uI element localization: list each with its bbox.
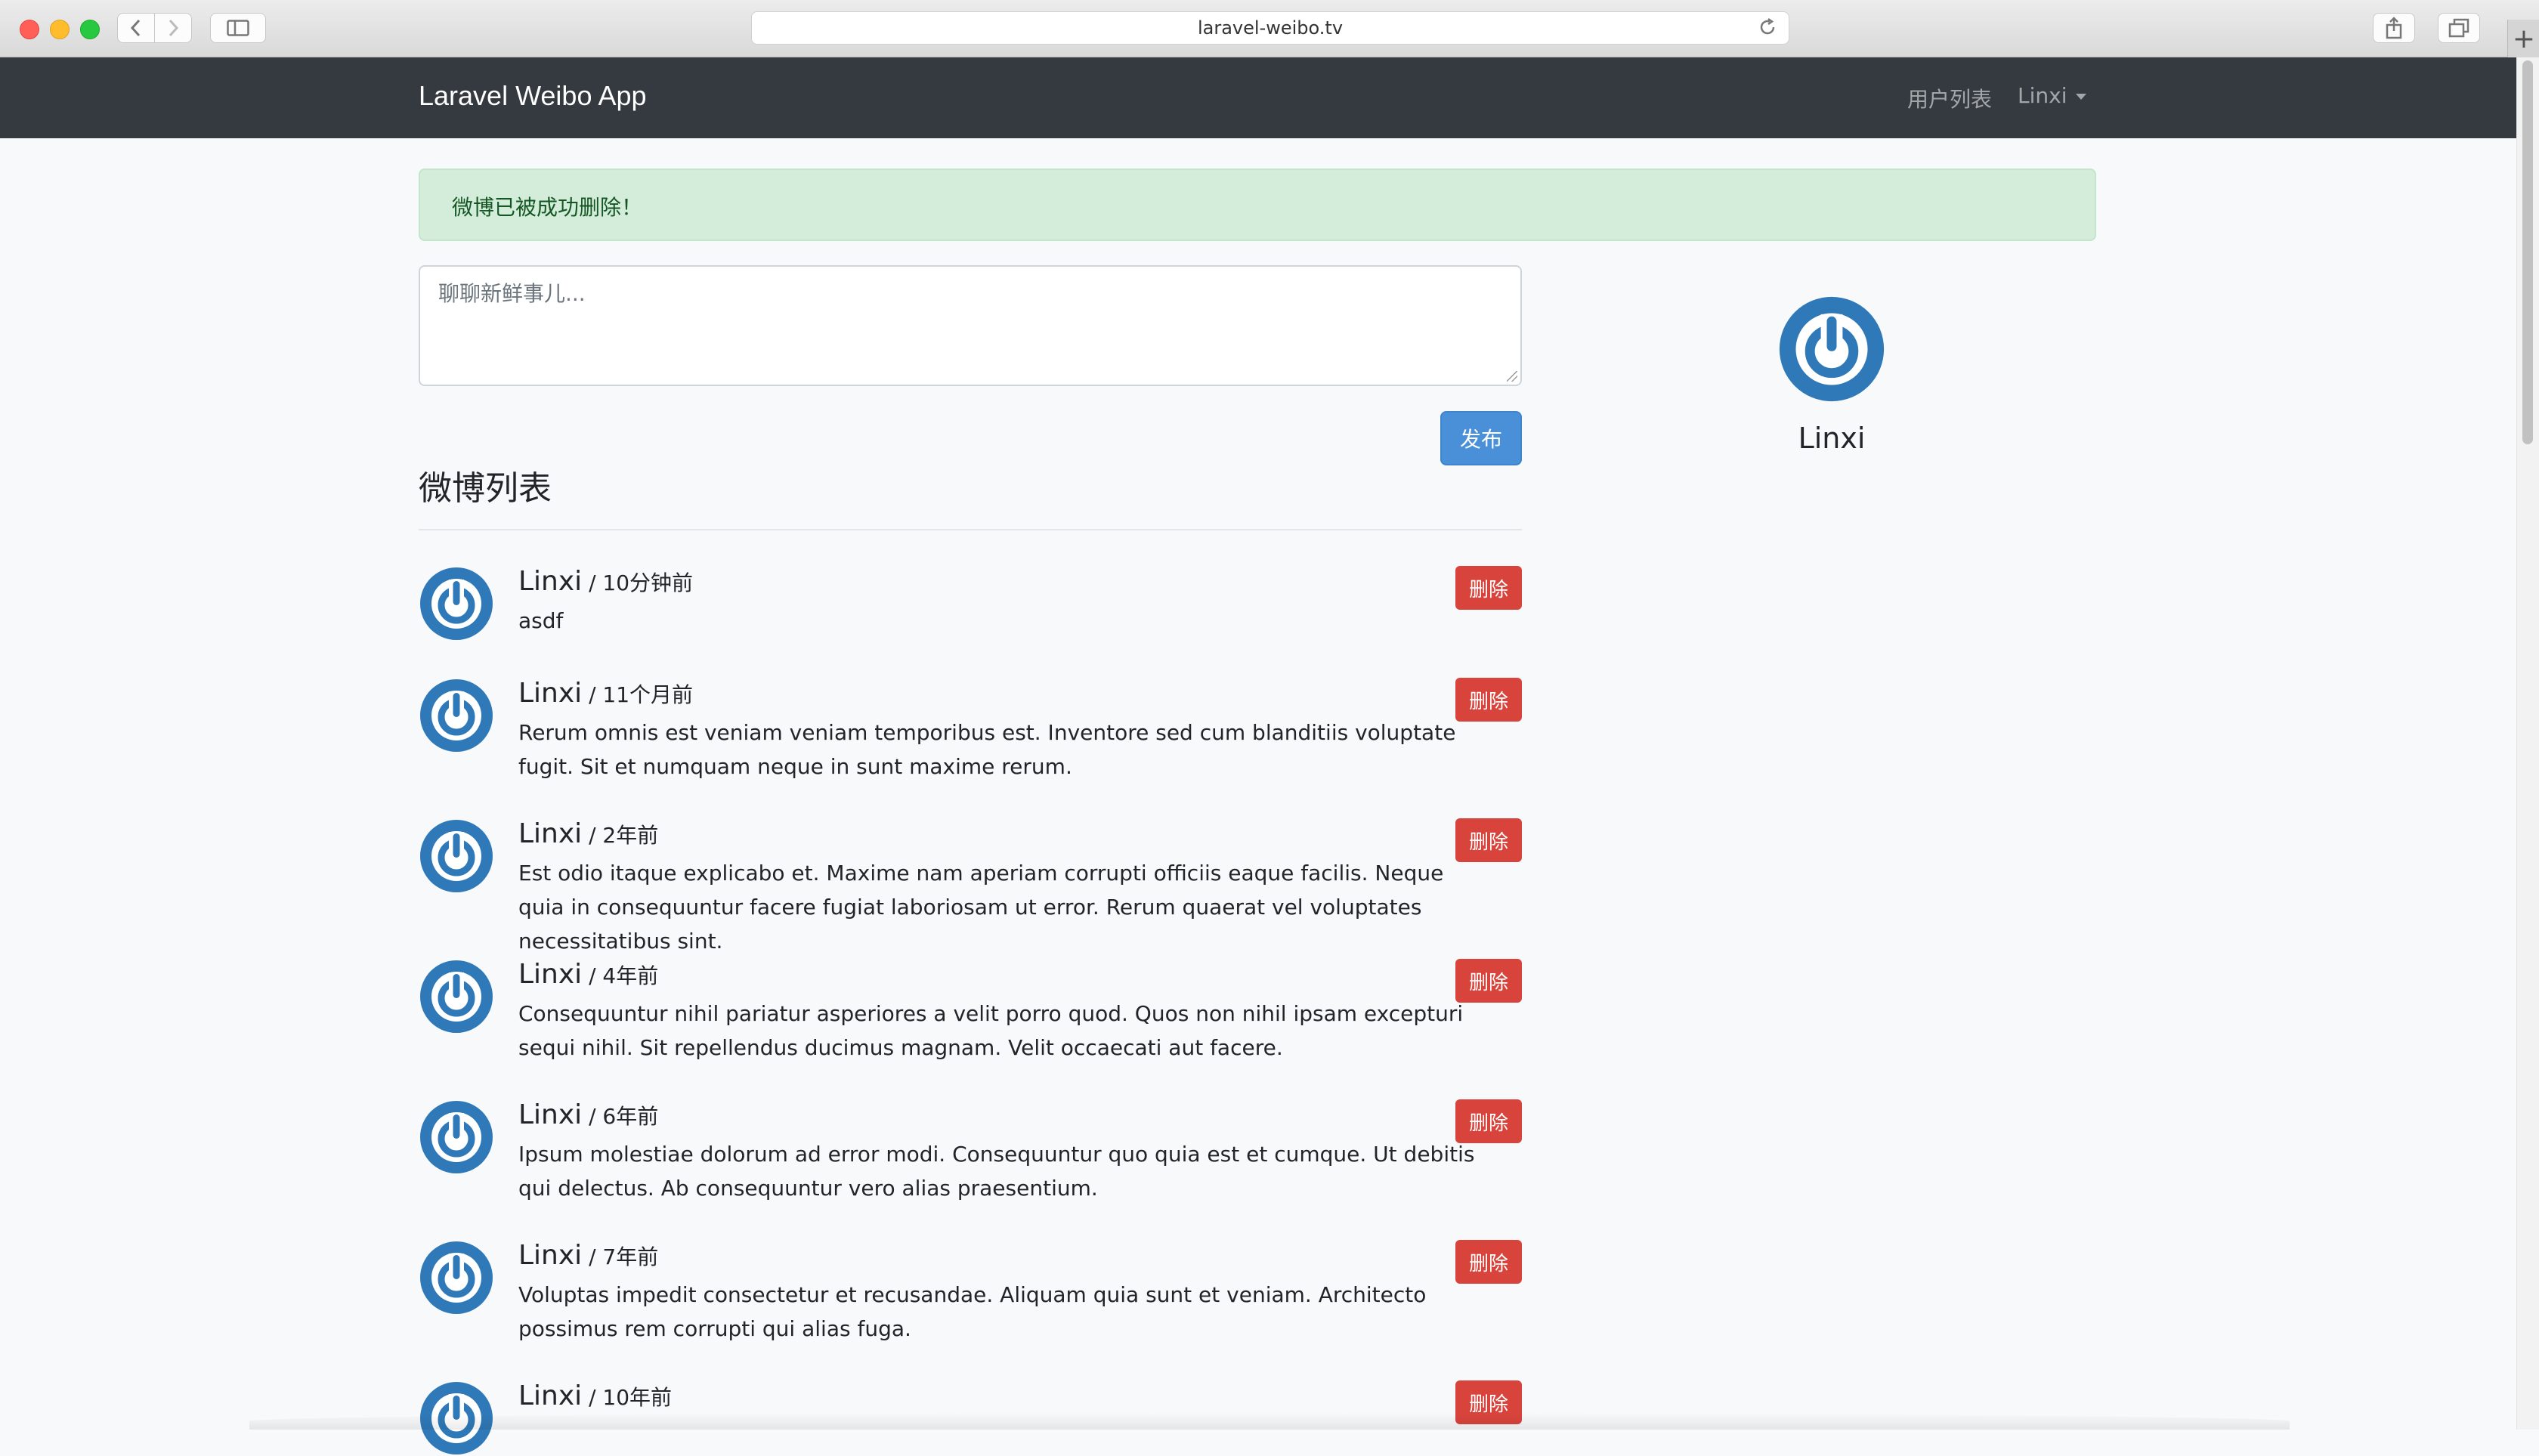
delete-status-button[interactable]: 删除	[1455, 678, 1522, 722]
reload-icon[interactable]	[1757, 17, 1778, 38]
status-user-link[interactable]: Linxi	[518, 1099, 582, 1130]
page-scrollbar-thumb[interactable]	[2522, 60, 2533, 444]
status-textarea[interactable]: 聊聊新鲜事儿...	[419, 265, 1522, 386]
user-avatar-icon[interactable]	[419, 566, 494, 641]
status-timestamp: / 4年前	[582, 963, 659, 988]
status-content: Voluptas impedit consectetur et recusand…	[518, 1282, 1427, 1341]
status-placeholder: 聊聊新鲜事儿...	[438, 281, 586, 306]
divider	[419, 529, 1522, 530]
close-window-button[interactable]	[20, 20, 39, 39]
user-avatar-icon[interactable]	[419, 678, 494, 753]
resize-grip-icon[interactable]	[1507, 371, 1517, 382]
profile-name[interactable]: Linxi	[1768, 422, 1895, 455]
status-content: Est odio itaque explicabo et. Maxime nam…	[518, 861, 1444, 954]
minimize-window-button[interactable]	[50, 20, 70, 39]
status-header: Linxi / 10年前	[518, 1380, 672, 1411]
status-header: Linxi / 11个月前	[518, 678, 693, 709]
status-user-link[interactable]: Linxi	[518, 566, 582, 597]
status-list-title: 微博列表	[419, 469, 552, 508]
url-text: laravel-weibo.tv	[1197, 17, 1344, 39]
status-header: Linxi / 2年前	[518, 818, 658, 849]
back-button[interactable]	[117, 13, 155, 43]
publish-button[interactable]: 发布	[1440, 411, 1522, 465]
delete-status-button[interactable]: 删除	[1455, 1099, 1522, 1143]
show-tabs-button[interactable]	[2438, 13, 2480, 43]
sidebar-icon	[227, 20, 249, 36]
user-avatar-icon[interactable]	[1777, 295, 1886, 403]
status-header: Linxi / 4年前	[518, 959, 658, 990]
users-link[interactable]: 用户列表	[1907, 83, 1992, 113]
chevron-right-icon	[169, 19, 179, 37]
user-dropdown[interactable]: Linxi	[2018, 83, 2087, 108]
user-dropdown-label: Linxi	[2018, 83, 2067, 108]
status-timestamp: / 10分钟前	[582, 570, 694, 595]
status-timestamp: / 10年前	[582, 1385, 673, 1410]
delete-status-button[interactable]: 删除	[1455, 1240, 1522, 1284]
status-content: asdf	[518, 608, 564, 633]
status-timestamp: / 7年前	[582, 1244, 659, 1269]
caret-down-icon	[2076, 94, 2087, 100]
plus-icon: +	[2512, 23, 2536, 54]
alert-message: 微博已被成功删除！	[452, 195, 643, 220]
status-timestamp: / 2年前	[582, 823, 659, 848]
new-tab-button[interactable]: +	[2507, 20, 2539, 57]
tabs-icon	[2448, 18, 2469, 38]
status-content: Rerum omnis est veniam veniam temporibus…	[518, 720, 1456, 779]
user-avatar-icon[interactable]	[419, 1099, 494, 1175]
user-avatar-icon[interactable]	[419, 959, 494, 1034]
address-bar[interactable]: laravel-weibo.tv	[751, 11, 1789, 45]
status-user-link[interactable]: Linxi	[518, 1380, 582, 1411]
user-avatar-icon[interactable]	[419, 1240, 494, 1315]
share-button[interactable]	[2373, 13, 2415, 43]
success-alert: 微博已被成功删除！	[419, 168, 2096, 241]
browser-toolbar: laravel-weibo.tv	[0, 0, 2539, 57]
status-content: Consequuntur nihil pariatur asperiores a…	[518, 1001, 1464, 1060]
status-user-link[interactable]: Linxi	[518, 678, 582, 709]
page-shadow	[249, 1413, 2290, 1430]
chevron-left-icon	[130, 19, 141, 37]
delete-status-button[interactable]: 删除	[1455, 959, 1522, 1003]
delete-status-button[interactable]: 删除	[1455, 818, 1522, 862]
sidebar-toggle-button[interactable]	[210, 13, 266, 43]
status-timestamp: / 11个月前	[582, 682, 694, 707]
zoom-window-button[interactable]	[80, 20, 100, 39]
status-header: Linxi / 7年前	[518, 1240, 658, 1271]
status-content: Ipsum molestiae dolorum ad error modi. C…	[518, 1142, 1475, 1201]
share-icon	[2386, 17, 2402, 39]
status-user-link[interactable]: Linxi	[518, 818, 582, 849]
user-avatar-icon[interactable]	[419, 818, 494, 894]
brand-link[interactable]: Laravel Weibo App	[419, 80, 647, 112]
status-header: Linxi / 10分钟前	[518, 566, 693, 597]
status-timestamp: / 6年前	[582, 1104, 659, 1129]
status-user-link[interactable]: Linxi	[518, 959, 582, 990]
status-user-link[interactable]: Linxi	[518, 1240, 582, 1271]
delete-status-button[interactable]: 删除	[1455, 566, 1522, 610]
top-navbar: Laravel Weibo App 用户列表 Linxi	[0, 57, 2516, 138]
status-header: Linxi / 6年前	[518, 1099, 658, 1130]
forward-button[interactable]	[154, 13, 192, 43]
